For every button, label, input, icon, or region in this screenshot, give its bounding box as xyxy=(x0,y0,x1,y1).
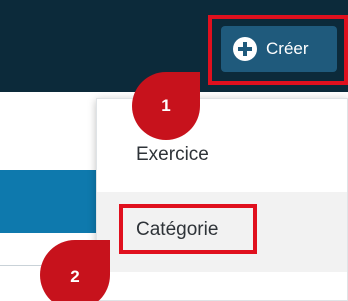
step-badge-1: 1 xyxy=(132,72,200,140)
category-highlight-box xyxy=(119,204,257,254)
menu-item-exercise[interactable]: Exercice xyxy=(97,131,347,177)
menu-item-label: Exercice xyxy=(136,144,209,165)
step-number: 2 xyxy=(70,267,80,286)
step-badge-2: 2 xyxy=(40,240,110,301)
create-dropdown-menu: Exercice Catégorie xyxy=(96,98,348,301)
create-highlight-box xyxy=(208,15,348,85)
step-number: 1 xyxy=(161,96,171,115)
